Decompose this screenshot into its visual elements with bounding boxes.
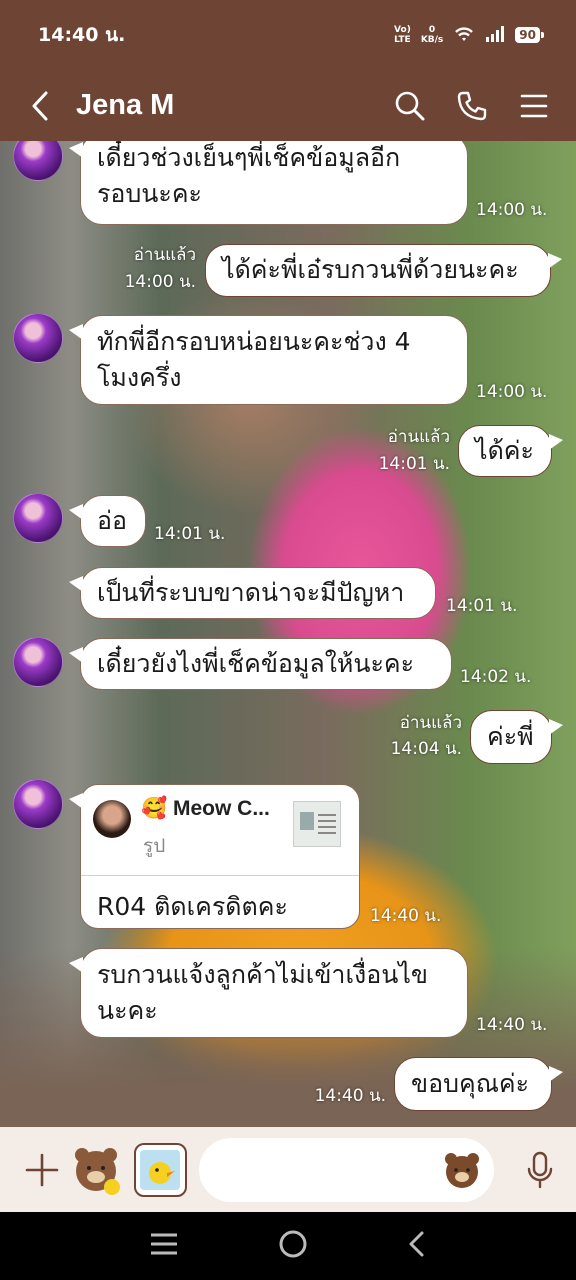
microphone-icon[interactable] <box>520 1150 560 1190</box>
wifi-icon <box>453 25 475 46</box>
message-bubble[interactable]: เป็นที่ระบบขาดน่าจะมีปัญหา <box>69 567 436 619</box>
network-speed: 0 KB/s <box>420 25 444 45</box>
message-time: 14:00 น. <box>476 200 548 220</box>
quoted-avatar <box>93 800 131 838</box>
search-icon[interactable] <box>394 90 426 122</box>
message-time: 14:04 น. <box>390 739 462 759</box>
quoted-message[interactable]: 🥰 Meow C... รูป <box>81 785 359 876</box>
message-bubble[interactable]: ได้ค่ะ <box>458 425 563 477</box>
top-bar: 14:40 น. Vo) LTE 0 KB/s 90 Jena M <box>0 0 576 141</box>
quoted-type: รูป <box>143 835 166 857</box>
message-bubble[interactable]: ได้ค่ะพี่เอ๋รบกวนพี่ด้วยนะคะ <box>205 244 562 297</box>
message-time: 14:01 น. <box>378 454 450 474</box>
message-input[interactable] <box>199 1137 495 1202</box>
menu-icon[interactable] <box>518 90 550 122</box>
emoji-icon[interactable] <box>442 1150 482 1190</box>
system-nav-bar <box>0 1212 576 1280</box>
phone-call-icon[interactable] <box>456 90 488 122</box>
message-bubble[interactable]: เดี๋ยวยังไงพี่เช็คข้อมูลให้นะคะ <box>69 638 452 690</box>
message-bubble[interactable]: ขอบคุณค่ะ <box>394 1057 563 1111</box>
chat-area[interactable]: เดี๋ยวช่วงเย็นๆพี่เช็คข้อมูลอีก รอบนะคะ 1… <box>0 141 576 1127</box>
gallery-sticker-icon[interactable] <box>133 1142 188 1197</box>
message-time: 14:01 น. <box>446 596 518 616</box>
signal-icon <box>485 25 505 46</box>
reply-message-card[interactable]: 🥰 Meow C... รูป R04 ติดเครดิตคะ <box>69 784 360 929</box>
volte-icon: Vo) LTE <box>394 25 411 45</box>
header-actions <box>394 90 550 122</box>
back-arrow-icon[interactable] <box>30 86 60 126</box>
message-time: 14:01 น. <box>154 524 226 544</box>
read-receipt: อ่านแล้ว <box>133 245 196 265</box>
avatar[interactable] <box>13 493 63 543</box>
nav-back-icon[interactable] <box>407 1230 427 1262</box>
message-bubble[interactable]: รบกวนแจ้งลูกค้าไม่เข้าเงื่อนไข นะคะ <box>69 948 468 1038</box>
message-bubble[interactable]: ค่ะพี่ <box>470 710 563 764</box>
message-time: 14:00 น. <box>124 272 196 292</box>
recent-apps-icon[interactable] <box>149 1232 179 1260</box>
home-icon[interactable] <box>278 1229 308 1263</box>
message-text: R04 ติดเครดิตคะ <box>97 892 288 921</box>
status-bar: 14:40 น. Vo) LTE 0 KB/s 90 <box>0 0 576 70</box>
status-icons: Vo) LTE 0 KB/s 90 <box>394 25 544 46</box>
message-time: 14:00 น. <box>476 382 548 402</box>
plus-icon[interactable] <box>24 1152 60 1188</box>
avatar[interactable] <box>13 637 63 687</box>
read-receipt: อ่านแล้ว <box>399 713 462 733</box>
message-input-bar <box>0 1127 576 1212</box>
message-bubble[interactable]: ทักพี่อีกรอบหน่อยนะคะช่วง 4 โมงครึ่ง <box>69 315 468 405</box>
quoted-sender: 🥰 Meow C... <box>141 797 270 820</box>
quoted-image-thumbnail[interactable] <box>293 801 341 847</box>
chat-header: Jena M <box>0 70 576 141</box>
sticker-icon[interactable] <box>70 1143 124 1197</box>
avatar[interactable] <box>13 141 63 181</box>
message-time: 14:40 น. <box>370 906 442 926</box>
message-bubble[interactable]: อ่อ <box>69 495 146 547</box>
message-time: 14:40 น. <box>314 1086 386 1106</box>
message-time: 14:40 น. <box>476 1015 548 1035</box>
avatar[interactable] <box>13 313 63 363</box>
read-receipt: อ่านแล้ว <box>387 427 450 447</box>
message-bubble[interactable]: เดี๋ยวช่วงเย็นๆพี่เช็คข้อมูลอีก รอบนะคะ <box>69 141 468 225</box>
message-time: 14:02 น. <box>460 667 532 687</box>
chat-title: Jena M <box>76 89 175 121</box>
battery-icon: 90 <box>515 27 544 43</box>
avatar[interactable] <box>13 779 63 829</box>
status-time: 14:40 น. <box>38 24 126 46</box>
